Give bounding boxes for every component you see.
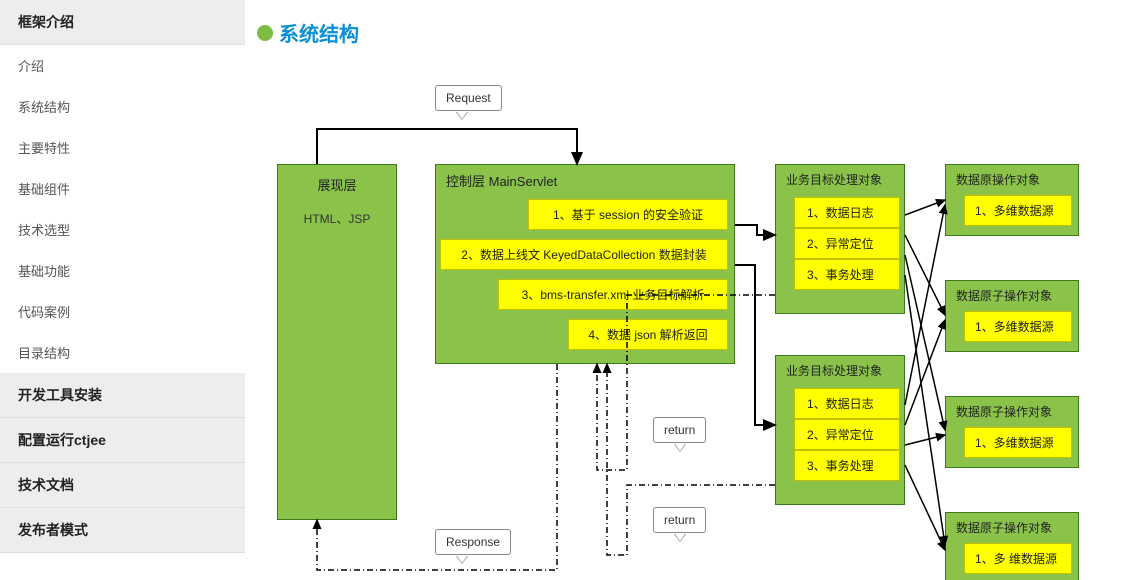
bt1-item-2: 2、异常定位 bbox=[794, 228, 900, 259]
business-target-1-box: 业务目标处理对象 1、数据日志 2、异常定位 3、事务处理 bbox=[775, 164, 905, 314]
data-op-4-box: 数据原子操作对象 1、多 维数据源 bbox=[945, 512, 1079, 580]
data-op-4-item: 1、多 维数据源 bbox=[964, 543, 1072, 574]
data-op-2-box: 数据原子操作对象 1、多维数据源 bbox=[945, 280, 1079, 352]
nav-item-intro[interactable]: 介绍 bbox=[0, 45, 245, 86]
nav-item-basic-func[interactable]: 基础功能 bbox=[0, 250, 245, 291]
sidebar: 框架介绍 介绍 系统结构 主要特性 基础组件 技术选型 基础功能 代码案例 目录… bbox=[0, 0, 245, 580]
callout-return-2-text: return bbox=[664, 513, 695, 527]
nav-item-tech[interactable]: 技术选型 bbox=[0, 209, 245, 250]
business-target-2-title: 业务目标处理对象 bbox=[776, 356, 904, 385]
data-op-2-item: 1、多维数据源 bbox=[964, 311, 1072, 342]
presentation-title: 展现层 bbox=[278, 165, 396, 200]
data-op-1-title: 数据原操作对象 bbox=[946, 165, 1078, 194]
data-op-1-item: 1、多维数据源 bbox=[964, 195, 1072, 226]
page-title: 系统结构 bbox=[257, 18, 1124, 47]
bt1-item-1: 1、数据日志 bbox=[794, 197, 900, 228]
business-target-1-title: 业务目标处理对象 bbox=[776, 165, 904, 194]
presentation-subtitle: HTML、JSP bbox=[278, 200, 396, 227]
data-op-3-title: 数据原子操作对象 bbox=[946, 397, 1078, 426]
content: 系统结构 展现层 HTML、JSP 控制层 MainServlet 1、基于 s… bbox=[245, 0, 1124, 580]
nav-header-techdoc[interactable]: 技术文档 bbox=[0, 463, 245, 508]
nav-header-config[interactable]: 配置运行ctjee bbox=[0, 418, 245, 463]
nav-item-features[interactable]: 主要特性 bbox=[0, 127, 245, 168]
control-layer-box: 控制层 MainServlet 1、基于 session 的安全验证 2、数据上… bbox=[435, 164, 735, 364]
control-step-3: 3、bms-transfer.xml 业务目标解析 bbox=[498, 279, 728, 310]
bt1-item-3: 3、事务处理 bbox=[794, 259, 900, 290]
control-step-2: 2、数据上线文 KeyedDataCollection 数据封装 bbox=[440, 239, 728, 270]
callout-request-text: Request bbox=[446, 91, 491, 105]
nav-header-publisher[interactable]: 发布者模式 bbox=[0, 508, 245, 553]
callout-request: Request bbox=[435, 85, 502, 111]
nav-item-structure[interactable]: 系统结构 bbox=[0, 86, 245, 127]
bt2-item-1: 1、数据日志 bbox=[794, 388, 900, 419]
data-op-3-box: 数据原子操作对象 1、多维数据源 bbox=[945, 396, 1079, 468]
control-step-1: 1、基于 session 的安全验证 bbox=[528, 199, 728, 230]
data-op-3-item: 1、多维数据源 bbox=[964, 427, 1072, 458]
callout-return-1-text: return bbox=[664, 423, 695, 437]
bt2-item-2: 2、异常定位 bbox=[794, 419, 900, 450]
data-op-1-box: 数据原操作对象 1、多维数据源 bbox=[945, 164, 1079, 236]
data-op-4-title: 数据原子操作对象 bbox=[946, 513, 1078, 542]
nav-header-devtools[interactable]: 开发工具安装 bbox=[0, 373, 245, 418]
callout-return-1: return bbox=[653, 417, 706, 443]
bt2-item-3: 3、事务处理 bbox=[794, 450, 900, 481]
callout-return-2: return bbox=[653, 507, 706, 533]
nav-item-code-examples[interactable]: 代码案例 bbox=[0, 291, 245, 332]
control-step-4: 4、数据 json 解析返回 bbox=[568, 319, 728, 350]
nav-item-components[interactable]: 基础组件 bbox=[0, 168, 245, 209]
callout-response-text: Response bbox=[446, 535, 500, 549]
page-title-text: 系统结构 bbox=[279, 18, 359, 47]
architecture-diagram: 展现层 HTML、JSP 控制层 MainServlet 1、基于 sessio… bbox=[257, 75, 1107, 575]
nav-header-framework[interactable]: 框架介绍 bbox=[0, 0, 245, 45]
business-target-2-box: 业务目标处理对象 1、数据日志 2、异常定位 3、事务处理 bbox=[775, 355, 905, 505]
nav-item-dir-structure[interactable]: 目录结构 bbox=[0, 332, 245, 373]
title-dot-icon bbox=[257, 25, 273, 41]
presentation-layer-box: 展现层 HTML、JSP bbox=[277, 164, 397, 520]
data-op-2-title: 数据原子操作对象 bbox=[946, 281, 1078, 310]
callout-response: Response bbox=[435, 529, 511, 555]
control-title: 控制层 MainServlet bbox=[436, 165, 734, 196]
